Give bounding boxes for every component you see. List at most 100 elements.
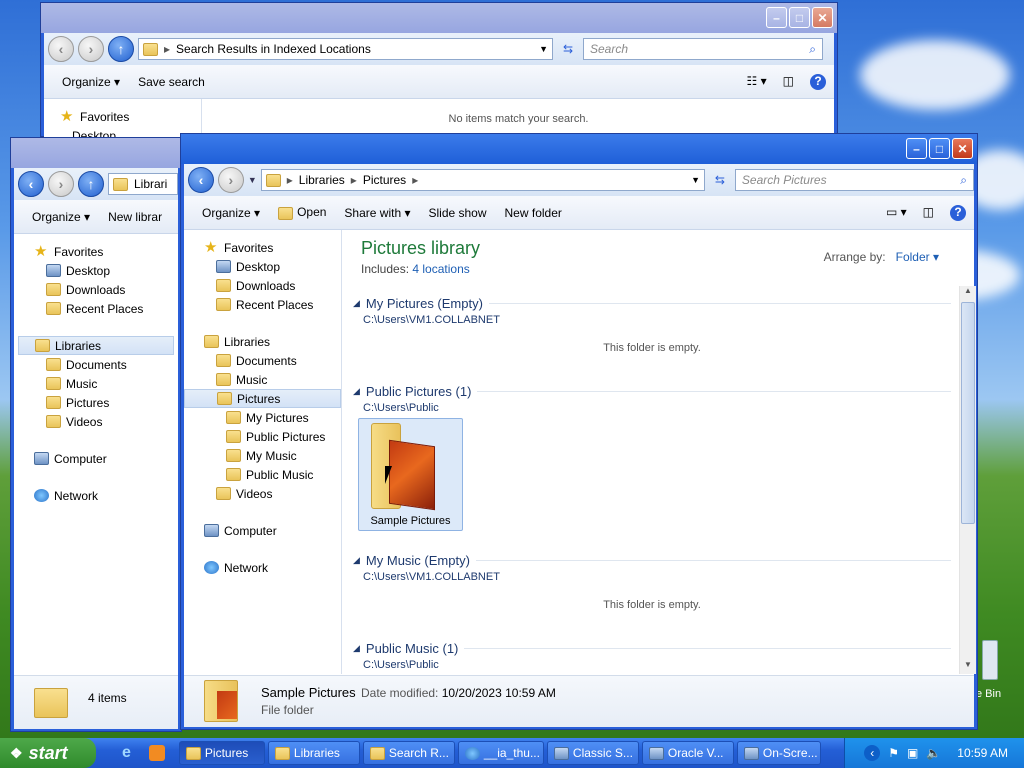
recent-pages-icon[interactable]: ▼: [248, 175, 257, 185]
scroll-down-icon[interactable]: ▼: [960, 660, 976, 674]
media-player-icon[interactable]: [148, 745, 165, 761]
up-icon[interactable]: ↑: [78, 171, 104, 197]
nav-desktop[interactable]: Desktop: [18, 261, 174, 280]
refresh-icon[interactable]: ⇆: [557, 42, 579, 56]
search-window-titlebar[interactable]: – □ ✕: [41, 3, 837, 33]
views-icon[interactable]: ▭ ▾: [886, 205, 907, 221]
group-header[interactable]: ◢ Public Music (1): [353, 641, 951, 656]
help-icon[interactable]: ?: [950, 204, 966, 221]
libraries-window[interactable]: ‹ › ↑ Librari Organize ▾ New librar ★ Fav…: [10, 137, 182, 732]
views-icon[interactable]: ☷ ▾: [747, 74, 767, 90]
taskbar-item-search[interactable]: Search R...: [362, 741, 455, 765]
volume-icon[interactable]: 🔈: [926, 746, 941, 760]
recycle-bin-icon[interactable]: [982, 640, 998, 680]
nav-recent-places[interactable]: Recent Places: [18, 299, 174, 318]
forward-icon[interactable]: ›: [48, 171, 74, 197]
back-icon[interactable]: ‹: [188, 167, 214, 193]
scroll-thumb[interactable]: [961, 302, 975, 524]
close-button[interactable]: ✕: [812, 7, 833, 28]
clock[interactable]: 10:59 AM: [957, 746, 1008, 760]
slide-show-button[interactable]: Slide show: [428, 206, 486, 220]
nav-computer[interactable]: Computer: [18, 449, 174, 468]
nav-desktop[interactable]: Desktop: [184, 257, 341, 276]
tray-expand-icon[interactable]: ‹: [864, 745, 881, 761]
preview-pane-icon[interactable]: ◫: [783, 74, 794, 90]
includes-locations-link[interactable]: 4 locations: [412, 262, 469, 276]
group-header[interactable]: ◢ My Pictures (Empty): [353, 296, 951, 311]
back-icon[interactable]: ‹: [18, 171, 44, 197]
nav-pictures[interactable]: Pictures: [184, 389, 341, 408]
nav-favorites[interactable]: ★ Favorites: [18, 242, 174, 261]
group-header[interactable]: ◢ Public Pictures (1): [353, 384, 951, 399]
forward-icon[interactable]: ›: [78, 36, 104, 62]
nav-downloads[interactable]: Downloads: [18, 280, 174, 299]
open-button[interactable]: Open: [278, 205, 326, 220]
help-icon[interactable]: ?: [810, 73, 826, 90]
sample-pictures-item[interactable]: Sample Pictures: [358, 418, 463, 531]
maximize-button[interactable]: □: [789, 7, 810, 28]
nav-videos[interactable]: Videos: [18, 412, 174, 431]
back-icon[interactable]: ‹: [48, 36, 74, 62]
pictures-window[interactable]: – □ ✕ ‹ › ▼ ▸ Libraries ▸ Pictures ▸ ▼ ⇆…: [180, 133, 978, 730]
nav-pictures[interactable]: Pictures: [18, 393, 174, 412]
nav-music[interactable]: Music: [18, 374, 174, 393]
nav-my-pictures[interactable]: My Pictures: [184, 408, 341, 427]
preview-pane-icon[interactable]: ◫: [923, 205, 934, 221]
share-with-button[interactable]: Share with ▾: [344, 206, 410, 220]
taskbar-item-on-screen-keyboard[interactable]: On-Scre...: [736, 741, 821, 765]
save-search-button[interactable]: Save search: [138, 75, 205, 89]
minimize-button[interactable]: –: [766, 7, 787, 28]
nav-libraries[interactable]: Libraries: [184, 332, 341, 351]
scroll-up-icon[interactable]: ▲: [960, 286, 976, 300]
nav-videos[interactable]: Videos: [184, 484, 341, 503]
libraries-window-titlebar[interactable]: [11, 138, 181, 168]
action-center-icon[interactable]: ⚑: [888, 746, 899, 760]
nav-computer[interactable]: Computer: [184, 521, 341, 540]
search-pictures-input[interactable]: Search Pictures ⌕: [734, 169, 974, 191]
nav-public-music[interactable]: Public Music: [184, 465, 341, 484]
breadcrumb-pictures[interactable]: Pictures: [363, 173, 406, 187]
nav-network[interactable]: Network: [18, 486, 174, 505]
nav-favorites[interactable]: ★ Favorites: [184, 238, 341, 257]
group-header[interactable]: ◢ My Music (Empty): [353, 553, 951, 568]
pictures-window-titlebar[interactable]: – □ ✕: [181, 134, 977, 164]
breadcrumb-libraries[interactable]: Libraries: [299, 173, 345, 187]
pictures-address-field[interactable]: ▸ Libraries ▸ Pictures ▸ ▼: [260, 169, 705, 191]
nav-favorites[interactable]: ★ Favorites: [60, 107, 201, 126]
network-tray-icon[interactable]: ▣: [907, 746, 918, 760]
vertical-scrollbar[interactable]: ▲ ▼: [959, 286, 976, 674]
maximize-button[interactable]: □: [929, 138, 950, 159]
minimize-button[interactable]: –: [906, 138, 927, 159]
search-address-field[interactable]: ▸ Search Results in Indexed Locations ▼: [138, 38, 553, 60]
dropdown-arrow-icon[interactable]: ▼: [539, 44, 548, 54]
taskbar-item-chrome[interactable]: __ia_thu...: [457, 741, 544, 765]
refresh-icon[interactable]: ⇆: [709, 173, 731, 187]
new-library-button[interactable]: New librar: [108, 210, 162, 224]
nav-music[interactable]: Music: [184, 370, 341, 389]
nav-libraries[interactable]: Libraries: [18, 336, 174, 355]
ie-icon[interactable]: e: [122, 744, 131, 762]
start-button[interactable]: ❖ start: [0, 738, 96, 768]
dropdown-arrow-icon[interactable]: ▼: [691, 175, 700, 185]
organize-button[interactable]: Organize ▾: [202, 206, 260, 220]
nav-documents[interactable]: Documents: [18, 355, 174, 374]
nav-downloads[interactable]: Downloads: [184, 276, 341, 295]
forward-icon[interactable]: ›: [217, 167, 244, 193]
search-results-window[interactable]: – □ ✕ ‹ › ↑ ▸ Search Results in Indexed …: [40, 2, 838, 143]
taskbar-item-pictures[interactable]: Pictures: [178, 741, 265, 765]
close-button[interactable]: ✕: [952, 138, 973, 159]
search-input[interactable]: Search ⌕: [583, 38, 823, 60]
arrange-by-dropdown[interactable]: Folder ▾: [896, 250, 939, 264]
taskbar-item-oracle[interactable]: Oracle V...: [641, 741, 734, 765]
organize-button[interactable]: Organize ▾: [62, 75, 120, 89]
nav-network[interactable]: Network: [184, 558, 341, 577]
libraries-address-field[interactable]: Librari: [108, 173, 178, 195]
organize-button[interactable]: Organize ▾: [32, 210, 90, 224]
new-folder-button[interactable]: New folder: [505, 206, 562, 220]
nav-my-music[interactable]: My Music: [184, 446, 341, 465]
nav-public-pictures[interactable]: Public Pictures: [184, 427, 341, 446]
nav-recent-places[interactable]: Recent Places: [184, 295, 341, 314]
taskbar-item-classic-shell[interactable]: Classic S...: [546, 741, 639, 765]
up-icon[interactable]: ↑: [108, 36, 134, 62]
taskbar-item-libraries[interactable]: Libraries: [267, 741, 360, 765]
